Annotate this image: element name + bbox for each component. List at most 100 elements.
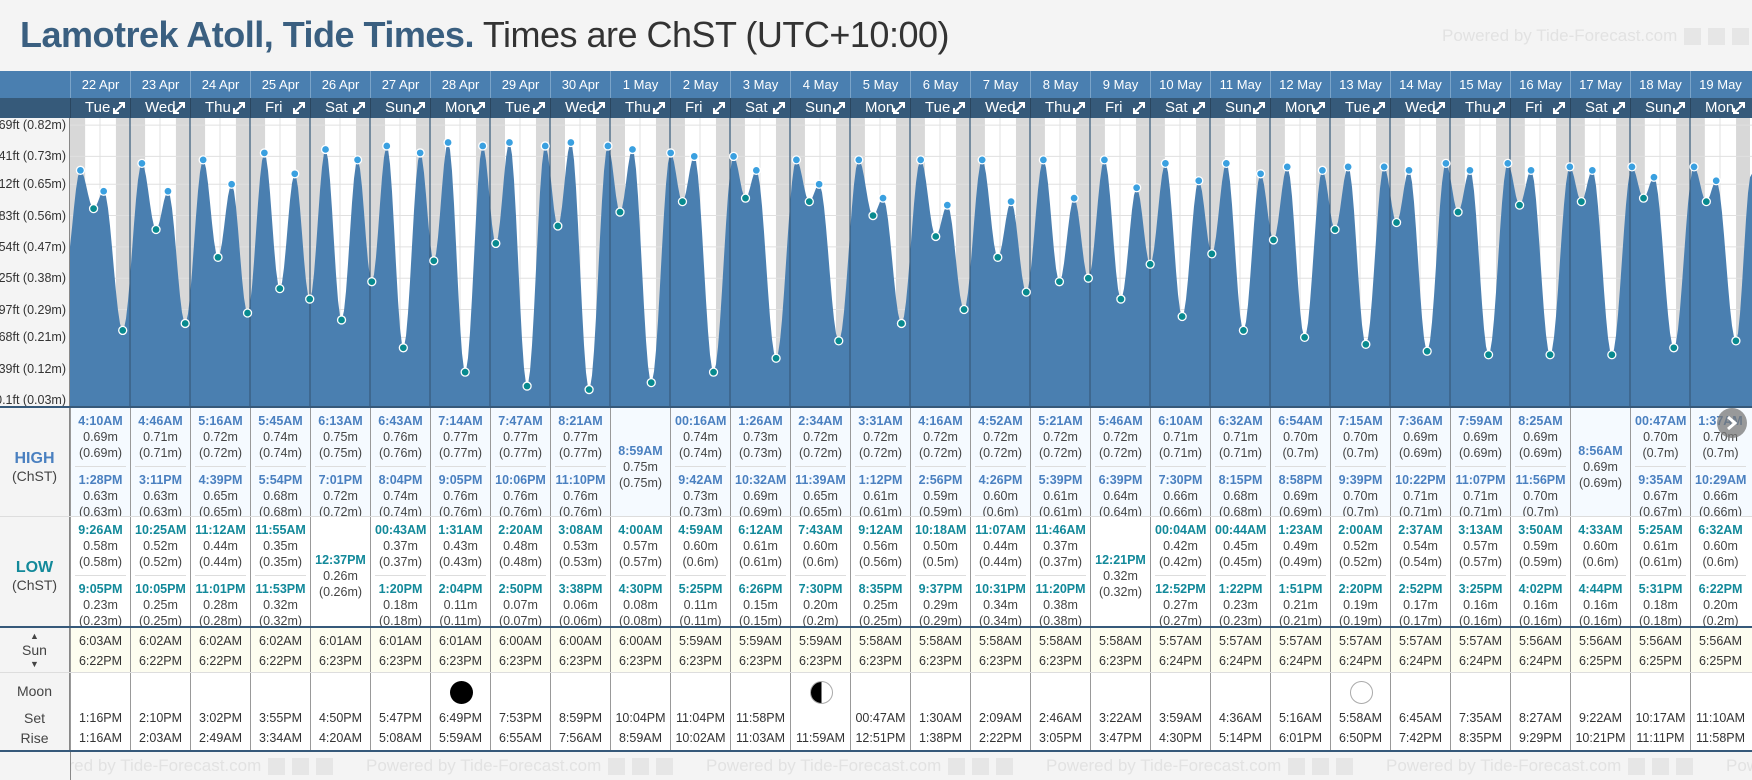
low-tide-cell: 2:00AM 0.52m (0.52m) 2:20PM 0.19m (0.19m) xyxy=(1330,517,1390,634)
day-header[interactable]: Sat xyxy=(310,98,370,118)
expand-icon[interactable] xyxy=(1612,101,1626,115)
day-header[interactable]: Sat xyxy=(730,98,790,118)
day-header[interactable]: Tue xyxy=(70,98,130,118)
expand-icon[interactable] xyxy=(172,101,186,115)
expand-icon[interactable] xyxy=(772,101,786,115)
day-header[interactable]: Tue xyxy=(1330,98,1390,118)
expand-icon[interactable] xyxy=(1432,101,1446,115)
day-header[interactable]: Fri xyxy=(670,98,730,118)
moonset-time: 3:22AM xyxy=(1098,711,1143,725)
day-header[interactable]: Sun xyxy=(790,98,850,118)
tide-time: 7:30PM xyxy=(798,582,843,596)
low-tide-event: 00:43AM 0.37m (0.37m) xyxy=(375,517,426,575)
high-tide-cell: 5:16AM 0.72m (0.72m) 4:39PM 0.65m (0.65m) xyxy=(190,408,250,525)
high-tide-cell: 4:10AM 0.69m (0.69m) 1:28PM 0.63m (0.63m) xyxy=(70,408,130,525)
day-header[interactable]: Sun xyxy=(1210,98,1270,118)
tide-time: 10:06PM xyxy=(495,473,546,487)
expand-icon[interactable] xyxy=(1252,101,1266,115)
day-header[interactable]: Mon xyxy=(850,98,910,118)
tide-time: 9:37PM xyxy=(918,582,963,596)
expand-icon[interactable] xyxy=(592,101,606,115)
expand-icon[interactable] xyxy=(1012,101,1026,115)
low-tide-marker xyxy=(868,210,878,221)
moon-cell: 2:46AM 3:05PM xyxy=(1030,673,1090,750)
day-header[interactable]: Wed xyxy=(1390,98,1450,118)
tide-height: 0.25m xyxy=(863,598,898,612)
day-header[interactable]: Sat xyxy=(1150,98,1210,118)
low-tide-cell: 00:44AM 0.45m (0.45m) 1:22PM 0.23m (0.23m) xyxy=(1210,517,1270,634)
expand-icon[interactable] xyxy=(532,101,546,115)
sun-cell: 5:56AM 6:25PM xyxy=(1570,628,1630,672)
day-header[interactable]: Wed xyxy=(130,98,190,118)
expand-icon[interactable] xyxy=(112,101,126,115)
day-header[interactable]: Mon xyxy=(430,98,490,118)
tide-time: 4:44PM xyxy=(1578,582,1623,596)
day-header[interactable]: Fri xyxy=(1090,98,1150,118)
high-tide-marker xyxy=(415,148,425,158)
y-tick-label: 69ft (0.82m) xyxy=(0,118,66,133)
expand-icon[interactable] xyxy=(412,101,426,115)
tide-time: 11:46AM xyxy=(1035,523,1086,537)
moonset-time: 10:17AM xyxy=(1635,711,1686,725)
expand-icon[interactable] xyxy=(352,101,366,115)
day-header[interactable]: Thu xyxy=(1030,98,1090,118)
moonrise-time: 3:05PM xyxy=(1038,731,1083,745)
expand-icon[interactable] xyxy=(1672,101,1686,115)
day-header[interactable]: Wed xyxy=(970,98,1030,118)
powered-by-watermark: Powered by Tide-Forecast.com xyxy=(1726,756,1752,775)
low-tide-event: 11:55AM 0.35m (0.35m) xyxy=(255,517,306,575)
expand-icon[interactable] xyxy=(1372,101,1386,115)
expand-icon[interactable] xyxy=(1072,101,1086,115)
expand-icon[interactable] xyxy=(712,101,726,115)
day-header[interactable]: Thu xyxy=(1450,98,1510,118)
low-tide-event: 6:12AM 0.61m (0.61m) xyxy=(735,517,786,575)
high-tide-event: 2:34AM 0.72m (0.72m) xyxy=(795,408,846,466)
expand-icon[interactable] xyxy=(1552,101,1566,115)
expand-icon[interactable] xyxy=(1132,101,1146,115)
tide-height: 0.28m xyxy=(203,598,238,612)
low-tide-marker xyxy=(429,256,439,266)
moonset-time: 9:22AM xyxy=(1578,711,1623,725)
expand-icon[interactable] xyxy=(232,101,246,115)
expand-icon[interactable] xyxy=(1192,101,1206,115)
moon-cell: 1:30AM 1:38PM xyxy=(910,673,970,750)
expand-icon[interactable] xyxy=(652,101,666,115)
expand-icon[interactable] xyxy=(1312,101,1326,115)
moonset-time: 3:02PM xyxy=(198,711,243,725)
high-tide-marker xyxy=(977,155,987,165)
day-header[interactable]: Mon xyxy=(1690,98,1750,118)
moonrise-time: 7:56AM xyxy=(558,731,603,745)
arrow-icon xyxy=(972,757,990,775)
tide-time: 10:25AM xyxy=(135,523,187,537)
day-header[interactable]: Fri xyxy=(1510,98,1570,118)
expand-icon[interactable] xyxy=(952,101,966,115)
expand-icon[interactable] xyxy=(1492,101,1506,115)
day-header[interactable]: Mon xyxy=(1270,98,1330,118)
day-header[interactable]: Sun xyxy=(1630,98,1690,118)
high-tide-cell: 5:21AM 0.72m (0.72m) 5:39PM 0.61m (0.61m) xyxy=(1030,408,1090,525)
tide-time: 3:25PM xyxy=(1458,582,1503,596)
day-header[interactable]: Tue xyxy=(910,98,970,118)
day-header[interactable]: Tue xyxy=(490,98,550,118)
expand-icon[interactable] xyxy=(292,101,306,115)
tide-height: 0.23m xyxy=(1223,598,1258,612)
day-header[interactable]: Wed xyxy=(550,98,610,118)
expand-icon[interactable] xyxy=(472,101,486,115)
high-tide-marker xyxy=(1627,162,1637,172)
expand-icon[interactable] xyxy=(832,101,846,115)
sun-cell: 6:02AM 6:22PM xyxy=(130,628,190,672)
high-tide-cell: 4:52AM 0.72m (0.72m) 4:26PM 0.60m (0.6m) xyxy=(970,408,1030,525)
high-tide-event: 7:15AM 0.70m (0.7m) xyxy=(1335,408,1386,466)
next-days-button[interactable] xyxy=(1717,408,1747,438)
sunrise-time: 5:58AM xyxy=(1098,634,1143,648)
day-header[interactable]: Fri xyxy=(250,98,310,118)
expand-icon[interactable] xyxy=(1732,101,1746,115)
moon-cell: 6:45AM 7:42PM xyxy=(1390,673,1450,750)
expand-icon[interactable] xyxy=(892,101,906,115)
day-header[interactable]: Sun xyxy=(370,98,430,118)
day-header[interactable]: Sat xyxy=(1570,98,1630,118)
day-header[interactable]: Thu xyxy=(190,98,250,118)
sunset-time: 6:23PM xyxy=(318,654,363,668)
low-tide-marker xyxy=(1731,336,1741,346)
day-header[interactable]: Thu xyxy=(610,98,670,118)
